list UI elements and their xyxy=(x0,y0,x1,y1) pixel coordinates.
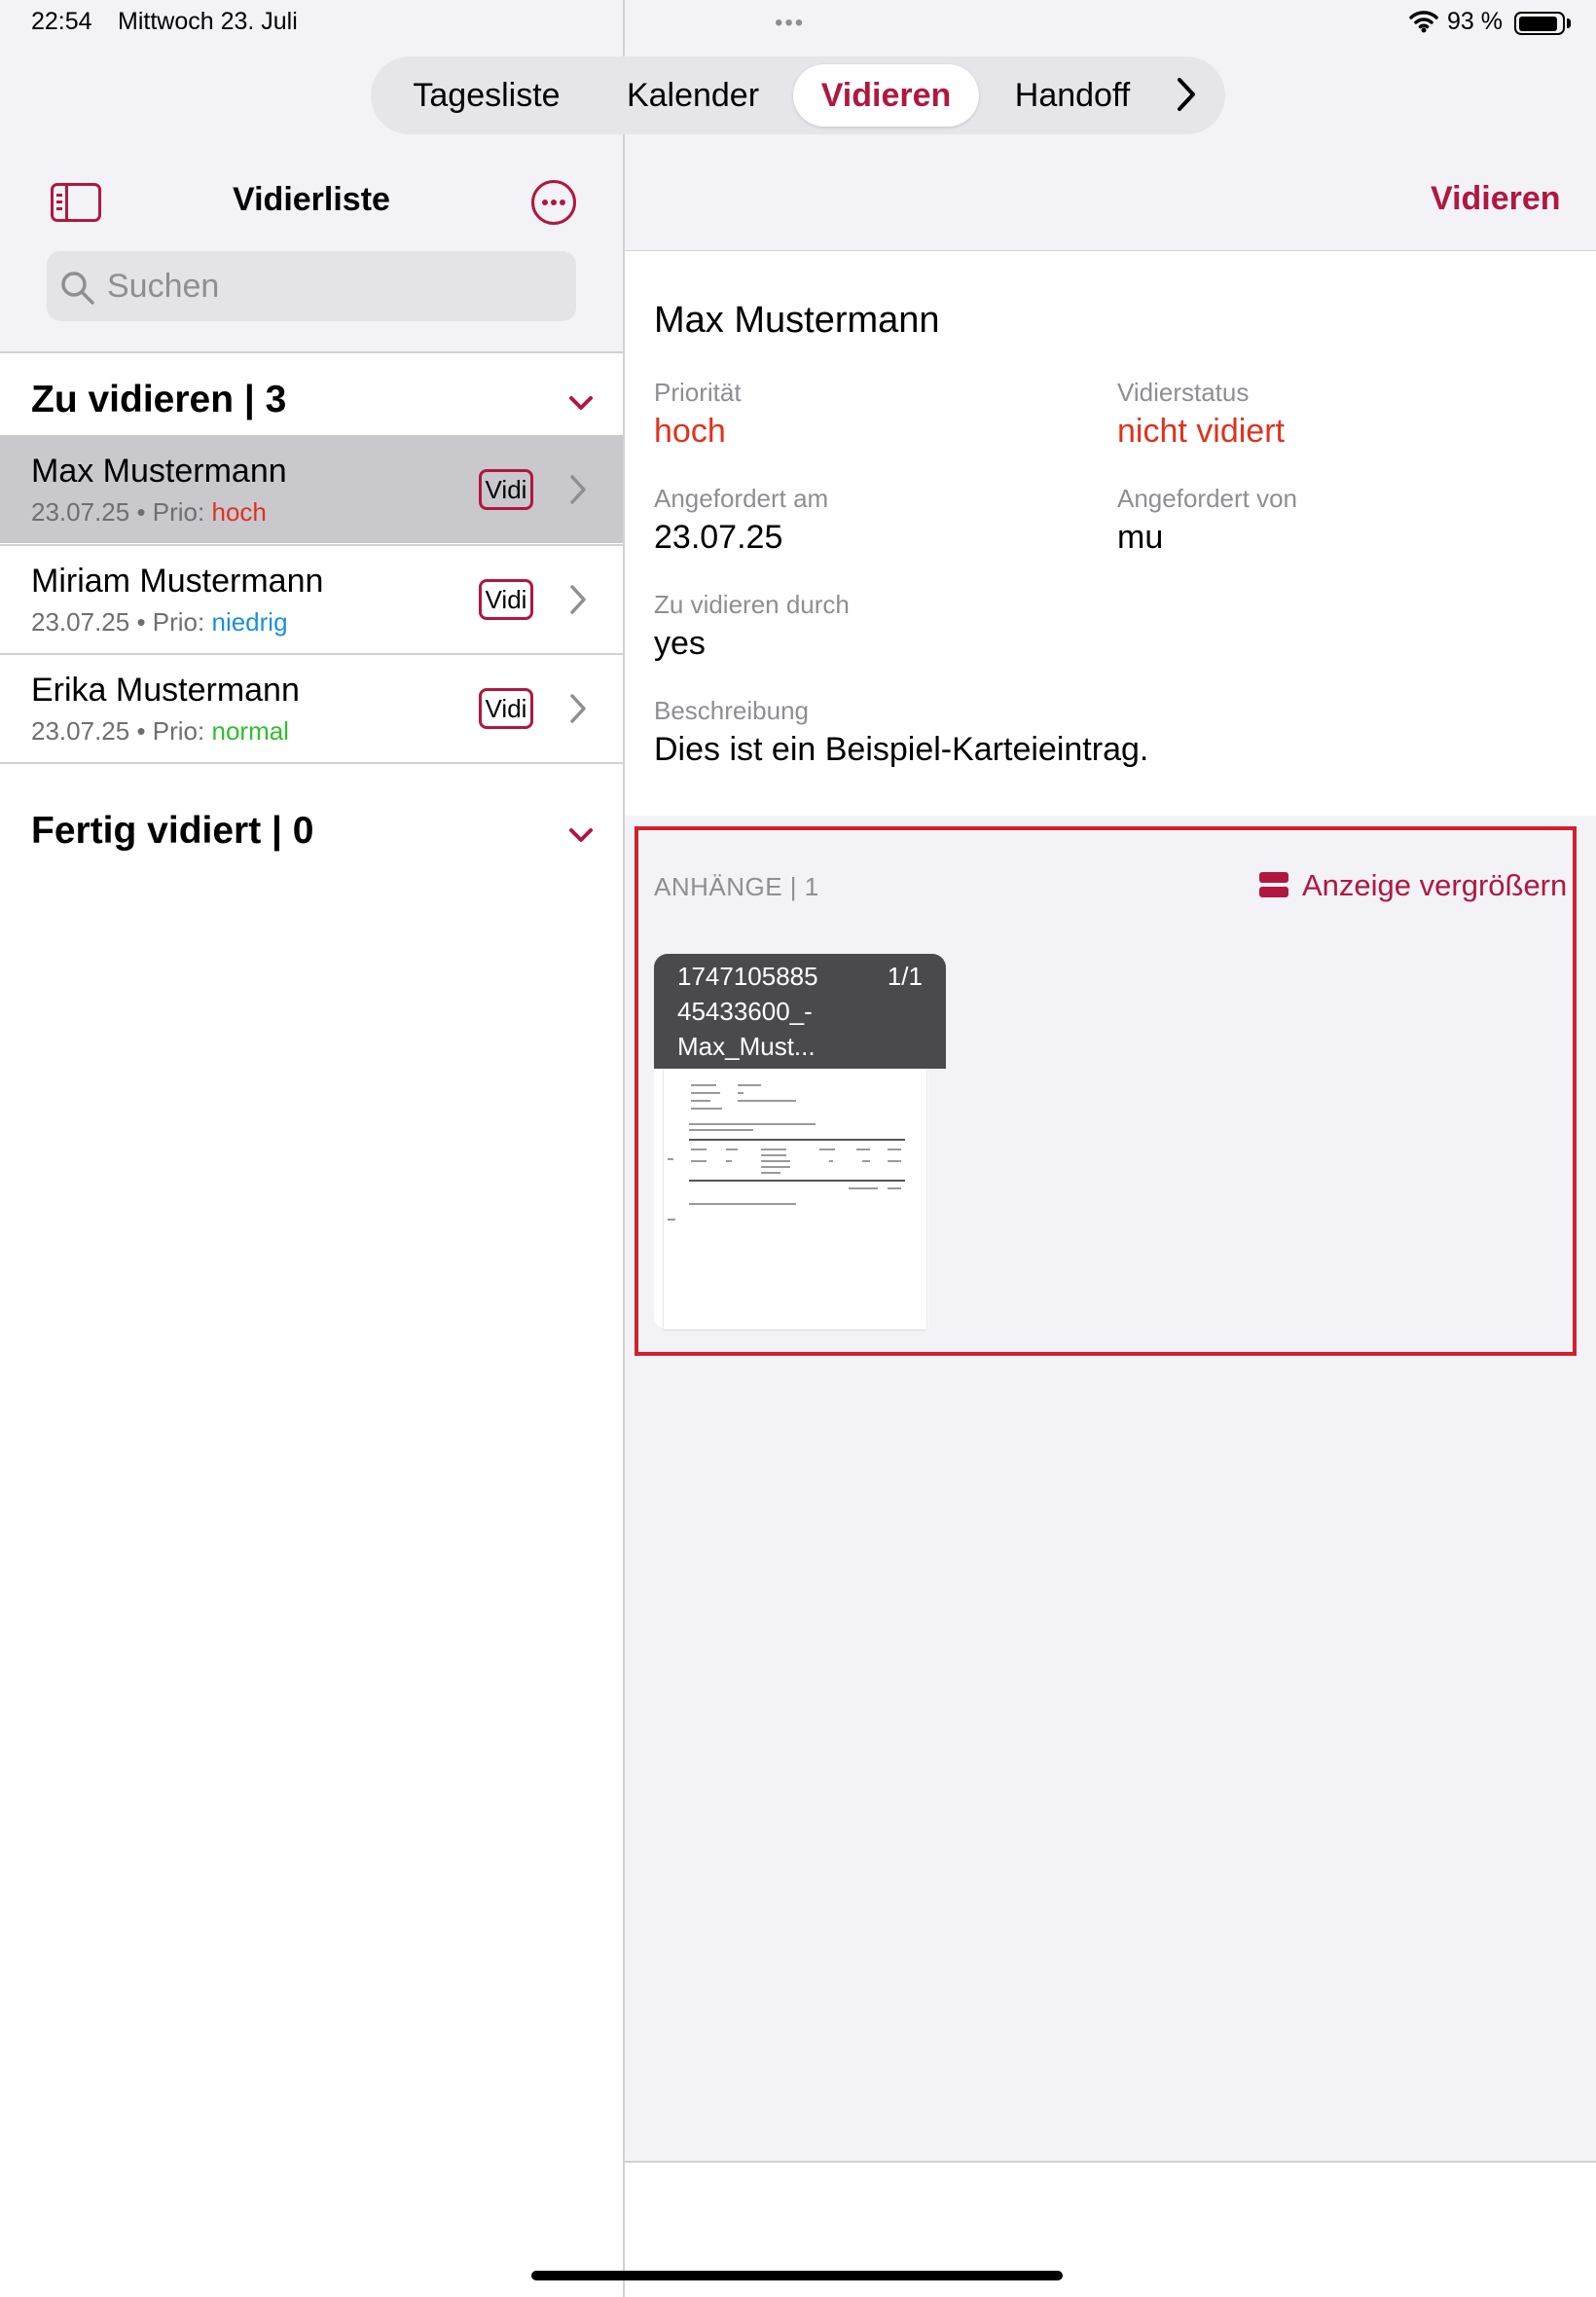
field-label-vidierstatus: Vidierstatus xyxy=(1117,378,1250,407)
list-item-name: Miriam Mustermann xyxy=(31,563,324,600)
list-item-prio: hoch xyxy=(211,497,267,527)
list-item-name: Max Mustermann xyxy=(31,453,287,490)
separator-dot: • xyxy=(136,497,153,527)
list-item-prio-label: Prio: xyxy=(152,716,205,746)
field-value-zu-vidieren-durch: yes xyxy=(654,625,706,662)
tab-handoff[interactable]: Handoff xyxy=(991,56,1154,134)
vidi-badge: Vidi xyxy=(479,579,533,620)
field-value-prioritaet: hoch xyxy=(654,413,726,450)
vidi-badge: Vidi xyxy=(479,469,533,510)
chevron-right-icon xyxy=(568,474,588,510)
list-item-subtitle: 23.07.25 • Prio: normal xyxy=(31,716,289,747)
list-item-date: 23.07.25 xyxy=(31,607,130,637)
section-title-fertig-vidiert: Fertig vidiert | 0 xyxy=(31,810,314,852)
field-value-vidierstatus: nicht vidiert xyxy=(1117,413,1285,450)
tab-kalender[interactable]: Kalender xyxy=(596,56,790,134)
chevron-right-icon xyxy=(568,584,588,620)
vidieren-button[interactable]: Vidieren xyxy=(1431,180,1561,218)
battery-icon xyxy=(1514,12,1565,35)
chevron-right-icon xyxy=(568,693,588,729)
chevron-down-icon[interactable] xyxy=(568,395,594,416)
section-title-zu-vidieren: Zu vidieren | 3 xyxy=(31,379,287,420)
split-view-divider[interactable] xyxy=(623,0,625,2297)
attachments-highlight-frame xyxy=(635,826,1577,1356)
multitasking-dots-icon[interactable]: ••• xyxy=(775,10,805,37)
list-item-prio: normal xyxy=(211,716,289,746)
list-item-date: 23.07.25 xyxy=(31,497,130,527)
detail-bottom-divider xyxy=(624,2161,1596,2163)
search-icon xyxy=(60,271,95,310)
field-label-beschreibung: Beschreibung xyxy=(654,696,809,725)
list-item-miriam-mustermann[interactable]: Miriam Mustermann 23.07.25 • Prio: niedr… xyxy=(0,545,623,653)
tab-vidieren[interactable]: Vidieren xyxy=(793,56,979,134)
list-item-erika-mustermann[interactable]: Erika Mustermann 23.07.25 • Prio: normal… xyxy=(0,654,623,762)
list-item-name: Erika Mustermann xyxy=(31,672,300,709)
row-divider xyxy=(0,762,623,764)
list-item-prio-label: Prio: xyxy=(152,497,205,527)
sidebar-toggle-icon[interactable] xyxy=(51,183,101,222)
field-label-zu-vidieren-durch: Zu vidieren durch xyxy=(654,590,850,619)
home-indicator[interactable] xyxy=(531,2271,1063,2280)
search-input[interactable] xyxy=(107,255,564,317)
sidebar-title: Vidierliste xyxy=(233,181,390,218)
field-label-angefordert-am: Angefordert am xyxy=(654,484,829,513)
list-item-max-mustermann[interactable]: Max Mustermann 23.07.25 • Prio: hoch Vid… xyxy=(0,435,623,543)
status-time: 22:54 xyxy=(31,8,92,35)
separator-dot: • xyxy=(136,716,153,746)
field-value-beschreibung: Dies ist ein Beispiel-Karteieintrag. xyxy=(654,731,1149,768)
list-item-subtitle: 23.07.25 • Prio: niedrig xyxy=(31,607,288,638)
field-value-angefordert-am: 23.07.25 xyxy=(654,519,783,556)
battery-cap xyxy=(1567,18,1571,28)
list-item-prio-label: Prio: xyxy=(152,607,205,637)
more-options-icon[interactable] xyxy=(531,180,576,225)
field-label-angefordert-von: Angefordert von xyxy=(1117,484,1298,513)
field-label-prioritaet: Priorität xyxy=(654,378,742,407)
chevron-down-icon[interactable] xyxy=(568,827,594,848)
list-item-prio: niedrig xyxy=(211,607,288,637)
field-value-angefordert-von: mu xyxy=(1117,519,1164,556)
patient-name: Max Mustermann xyxy=(654,300,940,341)
tab-tagesliste[interactable]: Tagesliste xyxy=(389,56,584,134)
battery-percentage: 93 % xyxy=(1447,8,1503,35)
sidebar-header-divider xyxy=(0,351,623,353)
list-item-date: 23.07.25 xyxy=(31,716,130,746)
list-item-subtitle: 23.07.25 • Prio: hoch xyxy=(31,497,267,528)
separator-dot: • xyxy=(136,607,153,637)
vidi-badge: Vidi xyxy=(479,688,533,729)
status-date: Mittwoch 23. Juli xyxy=(118,8,298,35)
wifi-icon xyxy=(1409,10,1438,38)
chevron-right-icon[interactable] xyxy=(1176,76,1197,118)
